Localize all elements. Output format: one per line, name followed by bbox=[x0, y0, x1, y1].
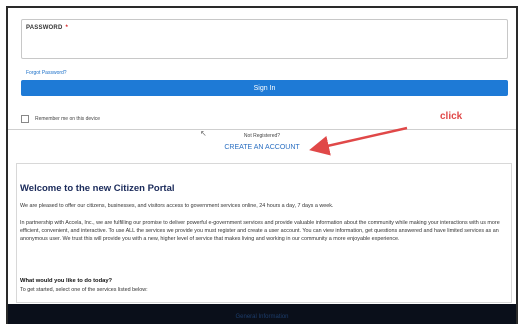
annotation-label: click bbox=[440, 111, 463, 122]
question-heading: What would you like to do today? bbox=[20, 278, 113, 284]
page-title: Welcome to the new Citizen Portal bbox=[20, 183, 175, 194]
description-text: In partnership with Accela, Inc., we are… bbox=[20, 220, 500, 243]
browser-frame: PASSWORD * Forgot Password? Sign In Remem… bbox=[6, 6, 518, 324]
intro-text: We are pleased to offer our citizens, bu… bbox=[20, 203, 334, 209]
footer-tab-general-information[interactable]: General Information bbox=[8, 314, 516, 320]
instruction-text: To get started, select one of the servic… bbox=[20, 287, 148, 293]
